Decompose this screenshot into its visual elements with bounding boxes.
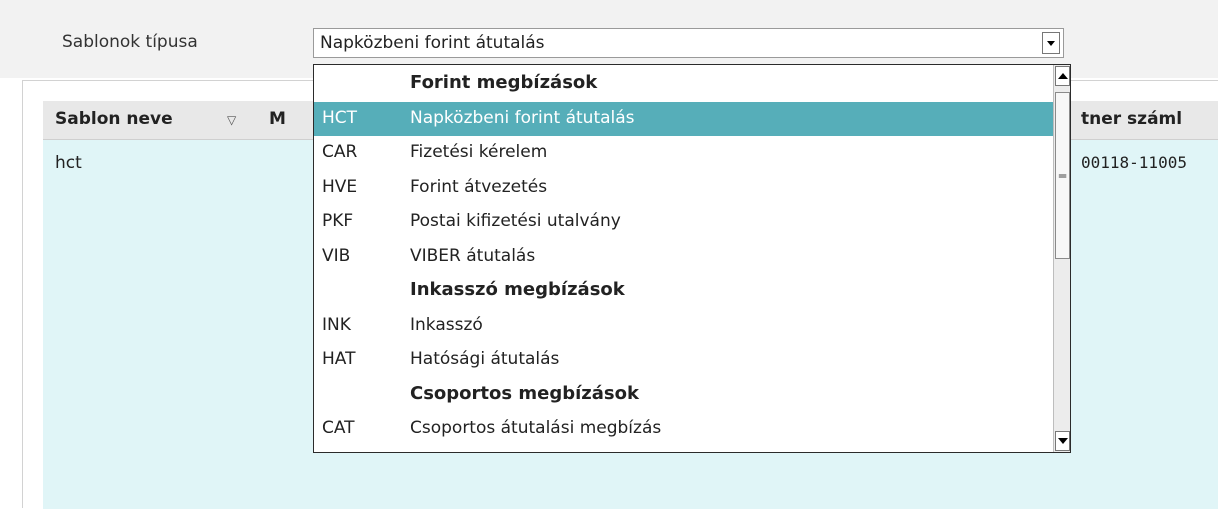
arrow-up-icon	[1057, 73, 1068, 79]
group-label: Csoportos megbízások	[410, 382, 639, 404]
scroll-up-button[interactable]	[1055, 66, 1070, 86]
option-code: HAT	[322, 349, 356, 369]
option-label: Hatósági átutalás	[410, 349, 560, 369]
dropdown-option[interactable]: CAR Fizetési kérelem	[314, 136, 1055, 170]
column-header-partner-account[interactable]: tner száml	[1081, 109, 1182, 129]
group-label: Forint megbízások	[410, 72, 598, 93]
dropdown-group-header: Csoportos megbízások	[314, 378, 1055, 412]
partner-account-cell: 00118-11005	[1081, 153, 1187, 172]
dropdown-option[interactable]: CAT Csoportos átutalási megbízás	[314, 412, 1055, 446]
dropdown-group-header: Inkasszó megbízások	[314, 274, 1055, 308]
scrollbar-thumb[interactable]: ═	[1055, 92, 1070, 259]
option-code: INK	[322, 314, 351, 335]
option-code: HVE	[322, 176, 358, 197]
option-label: Inkasszó	[410, 314, 483, 335]
option-code: PKF	[322, 211, 354, 231]
dropdown-option[interactable]: HCT Napközbeni forint átutalás	[314, 101, 1055, 136]
option-label: Forint átvezetés	[410, 176, 548, 197]
chevron-down-icon	[1047, 40, 1055, 46]
template-type-select-value: Napközbeni forint átutalás	[320, 33, 545, 53]
dropdown-group-header: Forint megbízások	[314, 67, 1055, 101]
dropdown-option[interactable]: VIB VIBER átutalás	[314, 240, 1055, 274]
grip-icon: ═	[1058, 168, 1067, 183]
option-label: Napközbeni forint átutalás	[410, 107, 635, 128]
option-code: CAT	[322, 418, 355, 438]
option-label: VIBER átutalás	[410, 245, 536, 266]
option-label: Fizetési kérelem	[410, 142, 548, 162]
dropdown-arrow-button[interactable]	[1042, 32, 1060, 54]
column-header-template-name[interactable]: Sablon neve	[55, 109, 173, 129]
dropdown-scrollbar[interactable]: ═	[1053, 65, 1070, 452]
option-label: Postai kifizetési utalvány	[410, 211, 621, 231]
scroll-down-button[interactable]	[1055, 431, 1070, 451]
template-type-select[interactable]: Napközbeni forint átutalás	[313, 28, 1064, 58]
sort-filter-icon[interactable]: ▽	[227, 113, 236, 127]
template-name-cell: hct	[55, 153, 82, 173]
option-code: CAR	[322, 142, 358, 162]
dropdown-option[interactable]: HAT Hatósági átutalás	[314, 343, 1055, 377]
option-code: VIB	[322, 245, 351, 266]
column-header-m[interactable]: M	[269, 109, 286, 129]
dropdown-option[interactable]: INK Inkasszó	[314, 309, 1055, 343]
group-label: Inkasszó megbízások	[410, 279, 625, 300]
arrow-down-icon	[1057, 438, 1068, 444]
option-code: HCT	[322, 107, 358, 128]
dropdown-option[interactable]: HVE Forint átvezetés	[314, 171, 1055, 205]
template-type-dropdown-list[interactable]: Forint megbízások HCT Napközbeni forint át…	[313, 64, 1071, 453]
option-label: Csoportos átutalási megbízás	[410, 418, 662, 438]
dropdown-option[interactable]: PKF Postai kifizetési utalvány	[314, 205, 1055, 239]
template-type-label: Sablonok típusa	[62, 32, 198, 52]
